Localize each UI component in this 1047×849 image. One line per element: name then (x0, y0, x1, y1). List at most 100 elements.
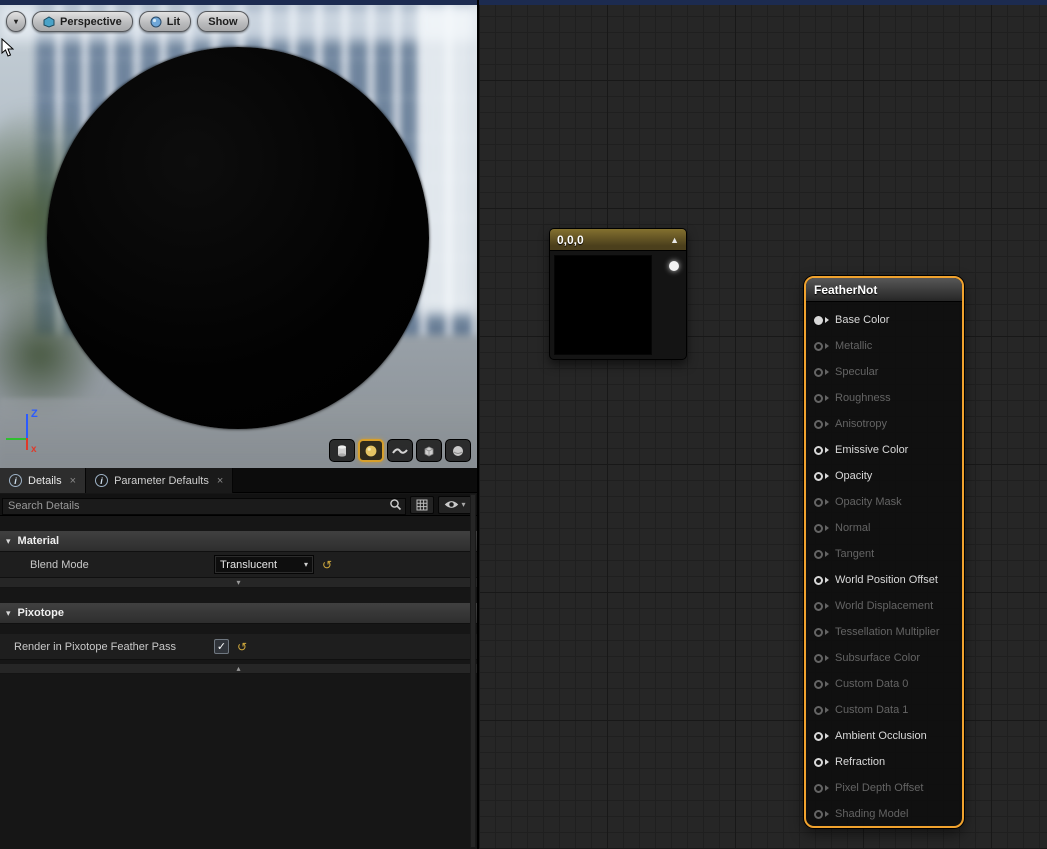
close-icon[interactable]: × (217, 475, 223, 487)
feather-pass-checkbox[interactable]: ✓ (214, 639, 229, 654)
material-preview-viewport[interactable]: ▾ Perspective Lit Show (0, 5, 477, 468)
material-graph-canvas[interactable]: 0,0,0 ▲ FeatherNot Base Color Metallic Spe… (479, 5, 1047, 849)
feather-pass-label: Render in Pixotope Feather Pass (14, 641, 176, 653)
pin-label: Custom Data 0 (835, 678, 908, 690)
pin-arrow-icon (825, 733, 829, 739)
preview-shape-cylinder-button[interactable] (329, 439, 355, 462)
material-pins: Base Color Metallic SpecularRoughness Aniso… (806, 302, 962, 827)
view-options-button[interactable]: ▾ (438, 496, 472, 514)
blend-mode-label: Blend Mode (30, 559, 89, 571)
tab-parameter-defaults[interactable]: i Parameter Defaults × (86, 468, 233, 493)
preview-shape-plane-button[interactable] (387, 439, 413, 462)
viewport-options-button[interactable]: ▾ (6, 11, 26, 32)
material-pin-opacity[interactable]: Opacity (806, 463, 962, 489)
advanced-expander[interactable]: ▾ (0, 578, 477, 588)
reset-to-default-icon[interactable]: ↺ (237, 641, 247, 653)
lit-button-label: Lit (167, 16, 180, 28)
pin-circle-icon (814, 342, 823, 351)
material-pin-tangent[interactable]: Tangent (806, 541, 962, 567)
material-output-node[interactable]: FeatherNot Base Color Metallic SpecularRou… (804, 276, 964, 828)
pin-label: Opacity (835, 470, 872, 482)
lit-button[interactable]: Lit (139, 11, 191, 32)
material-pin-base-color[interactable]: Base Color (806, 307, 962, 333)
material-pin-refraction[interactable]: Refraction (806, 749, 962, 775)
constant-node-header[interactable]: 0,0,0 ▲ (550, 229, 686, 251)
pin-arrow-icon (825, 369, 829, 375)
material-pin-custom-data-0[interactable]: Custom Data 0 (806, 671, 962, 697)
perspective-button[interactable]: Perspective (32, 11, 133, 32)
material-editor-window: ▾ Perspective Lit Show (0, 0, 1047, 849)
pin-arrow-icon (825, 811, 829, 817)
pin-circle-icon (814, 784, 823, 793)
pin-label: Anisotropy (835, 418, 887, 430)
pin-label: Normal (835, 522, 870, 534)
pin-circle-icon (814, 602, 823, 611)
search-details-input[interactable] (2, 498, 406, 515)
preview-sphere (47, 47, 429, 429)
info-icon: i (95, 474, 108, 487)
show-button[interactable]: Show (197, 11, 248, 32)
material-pin-opacity-mask[interactable]: Opacity Mask (806, 489, 962, 515)
preview-shape-mesh-button[interactable] (445, 439, 471, 462)
perspective-button-label: Perspective (60, 16, 122, 28)
expanded-arrow-icon: ▾ (6, 536, 11, 547)
collapse-icon[interactable]: ▲ (670, 235, 679, 245)
pin-label: Opacity Mask (835, 496, 902, 508)
section-title: Pixotope (18, 607, 64, 619)
close-icon[interactable]: × (70, 475, 76, 487)
pin-label: Tangent (835, 548, 874, 560)
mouse-cursor (1, 38, 14, 57)
material-pin-tessellation-multiplier[interactable]: Tessellation Multiplier (806, 619, 962, 645)
pin-arrow-icon (825, 629, 829, 635)
pin-circle-icon (814, 420, 823, 429)
material-pin-world-position-offset[interactable]: World Position Offset (806, 567, 962, 593)
info-icon: i (9, 474, 22, 487)
scrollbar-thumb[interactable] (470, 494, 476, 848)
details-panel: i Details × i Parameter Defaults × (0, 468, 477, 849)
section-header-material[interactable]: ▾ Material (0, 531, 477, 552)
material-pin-ambient-occlusion[interactable]: Ambient Occlusion (806, 723, 962, 749)
reset-to-default-icon[interactable]: ↺ (322, 559, 332, 571)
pin-circle-icon (814, 732, 823, 741)
section-title: Material (18, 535, 60, 547)
material-node-header[interactable]: FeatherNot (806, 278, 962, 302)
preview-shape-cube-button[interactable] (416, 439, 442, 462)
sphere-icon (364, 444, 378, 458)
tab-details[interactable]: i Details × (0, 468, 86, 493)
advanced-collapser[interactable]: ▴ (0, 664, 477, 674)
z-axis-label: Z (31, 408, 38, 420)
details-scrollbar[interactable] (470, 494, 476, 848)
pin-arrow-icon (825, 551, 829, 557)
material-pin-subsurface-color[interactable]: Subsurface Color (806, 645, 962, 671)
material-pin-pixel-depth-offset[interactable]: Pixel Depth Offset (806, 775, 962, 801)
material-pin-specular[interactable]: Specular (806, 359, 962, 385)
material-pin-world-displacement[interactable]: World Displacement (806, 593, 962, 619)
pin-label: Metallic (835, 340, 872, 352)
chevron-down-icon: ▾ (14, 17, 18, 26)
tab-details-label: Details (28, 475, 62, 487)
constant-output-pin[interactable] (669, 261, 679, 271)
z-axis-line (26, 414, 28, 438)
pin-label: Refraction (835, 756, 885, 768)
material-pin-shading-model[interactable]: Shading Model (806, 801, 962, 827)
property-matrix-button[interactable] (410, 496, 434, 514)
preview-shape-sphere-button[interactable] (358, 439, 384, 462)
viewport-toolbar: ▾ Perspective Lit Show (6, 11, 249, 32)
pin-circle-icon (814, 394, 823, 403)
pin-label: Tessellation Multiplier (835, 626, 940, 638)
section-header-pixotope[interactable]: ▾ Pixotope (0, 603, 477, 624)
pin-arrow-icon (825, 525, 829, 531)
lit-sphere-icon (150, 16, 162, 28)
constant-node-title: 0,0,0 (557, 233, 584, 247)
pin-arrow-icon (825, 681, 829, 687)
blend-mode-row: Blend Mode Translucent ▾ ↺ (0, 552, 477, 578)
pin-arrow-icon (825, 395, 829, 401)
material-pin-anisotropy[interactable]: Anisotropy (806, 411, 962, 437)
material-pin-emissive-color[interactable]: Emissive Color (806, 437, 962, 463)
material-pin-metallic[interactable]: Metallic (806, 333, 962, 359)
material-pin-roughness[interactable]: Roughness (806, 385, 962, 411)
blend-mode-dropdown[interactable]: Translucent ▾ (214, 555, 314, 574)
material-pin-custom-data-1[interactable]: Custom Data 1 (806, 697, 962, 723)
material-pin-normal[interactable]: Normal (806, 515, 962, 541)
constant-vector-node[interactable]: 0,0,0 ▲ (549, 228, 687, 360)
